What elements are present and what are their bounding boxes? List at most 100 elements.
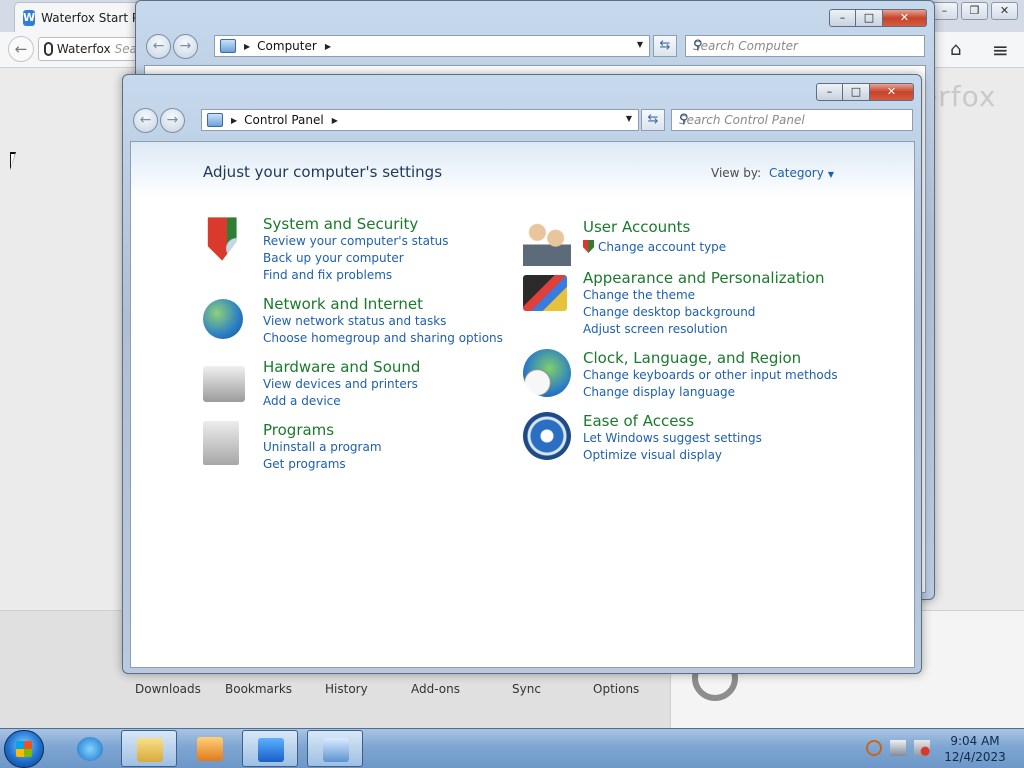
category-title[interactable]: User Accounts xyxy=(583,218,690,236)
breadcrumb-arrow-icon: ▶ xyxy=(324,41,331,51)
category-title[interactable]: Appearance and Personalization xyxy=(583,269,825,287)
address-dropdown-icon[interactable]: ▼ xyxy=(637,40,643,49)
browser-close-button[interactable]: ✕ xyxy=(991,2,1018,20)
clock-globe-icon[interactable] xyxy=(523,349,571,397)
computer-back-button[interactable]: ← xyxy=(146,34,171,59)
printer-icon[interactable] xyxy=(203,366,245,402)
network-globe-icon[interactable] xyxy=(203,299,243,339)
internet-explorer-icon xyxy=(77,737,103,761)
link-text: Change account type xyxy=(598,240,727,254)
footer-link-sync[interactable]: Sync xyxy=(512,682,541,696)
computer-caption-buttons: – □ ✕ xyxy=(829,9,927,27)
personalization-icon[interactable] xyxy=(523,275,567,311)
view-by-label: View by: xyxy=(711,166,762,180)
category-appearance: Appearance and Personalization Change th… xyxy=(523,269,833,339)
media-player-icon xyxy=(197,737,223,761)
link-display-language[interactable]: Change display language xyxy=(583,385,735,399)
link-optimize-display[interactable]: Optimize visual display xyxy=(583,448,722,462)
computer-minimize-button[interactable]: – xyxy=(829,9,856,27)
category-title[interactable]: Network and Internet xyxy=(263,295,423,313)
taskbar-file-explorer[interactable] xyxy=(121,730,177,767)
ease-of-access-icon[interactable] xyxy=(523,412,571,460)
link-homegroup[interactable]: Choose homegroup and sharing options xyxy=(263,331,503,345)
cp-maximize-button[interactable]: □ xyxy=(843,83,870,101)
hamburger-menu-icon[interactable]: ≡ xyxy=(992,38,1009,62)
breadcrumb-arrow-icon: ▶ xyxy=(331,115,338,125)
category-programs: Programs Uninstall a program Get program… xyxy=(203,421,513,475)
users-icon[interactable] xyxy=(523,218,571,266)
control-panel-icon xyxy=(207,113,223,127)
footer-link-downloads[interactable]: Downloads xyxy=(135,682,201,696)
computer-close-button[interactable]: ✕ xyxy=(883,9,927,27)
cp-search-box[interactable]: Search Control Panel ⚲ xyxy=(671,109,913,131)
cp-minimize-button[interactable]: – xyxy=(816,83,843,101)
category-title[interactable]: System and Security xyxy=(263,215,418,233)
link-change-keyboards[interactable]: Change keyboards or other input methods xyxy=(583,368,838,382)
link-review-status[interactable]: Review your computer's status xyxy=(263,234,449,248)
waterfox-icon xyxy=(258,738,284,762)
taskbar-internet-explorer[interactable] xyxy=(62,730,118,767)
link-uninstall[interactable]: Uninstall a program xyxy=(263,440,382,454)
link-find-fix[interactable]: Find and fix problems xyxy=(263,268,392,282)
browser-url-bar[interactable]: Waterfox Sea xyxy=(38,37,138,61)
system-tray xyxy=(866,740,930,756)
clock-date: 12/4/2023 xyxy=(944,750,1006,764)
search-tray-icon[interactable] xyxy=(866,740,882,756)
address-dropdown-icon[interactable]: ▼ xyxy=(626,114,632,123)
computer-maximize-button[interactable]: □ xyxy=(856,9,883,27)
category-title[interactable]: Ease of Access xyxy=(583,412,694,430)
cp-breadcrumb[interactable]: Control Panel xyxy=(244,113,324,127)
link-devices-printers[interactable]: View devices and printers xyxy=(263,377,418,391)
cp-refresh-button[interactable]: ⇆ xyxy=(641,109,665,131)
computer-forward-button[interactable]: → xyxy=(173,34,198,59)
category-ease-of-access: Ease of Access Let Windows suggest setti… xyxy=(523,412,833,466)
taskbar-control-panel[interactable] xyxy=(307,730,363,767)
waterfox-logo-icon xyxy=(44,42,53,56)
footer-link-options[interactable]: Options xyxy=(593,682,639,696)
browser-window-controls: – ❐ ✕ xyxy=(931,2,1018,20)
network-tray-icon[interactable] xyxy=(890,740,906,756)
link-change-account-type[interactable]: Change account type xyxy=(583,240,726,254)
computer-address-bar[interactable]: ▶ Computer ▶ ▼ xyxy=(214,35,650,57)
home-icon[interactable]: ⌂ xyxy=(950,39,961,60)
cp-address-bar[interactable]: ▶ Control Panel ▶ ▼ xyxy=(201,109,639,131)
link-backup[interactable]: Back up your computer xyxy=(263,251,404,265)
link-add-device[interactable]: Add a device xyxy=(263,394,341,408)
link-suggest-settings[interactable]: Let Windows suggest settings xyxy=(583,431,762,445)
start-button[interactable] xyxy=(4,730,44,768)
search-icon[interactable]: ⚲ xyxy=(693,38,918,53)
taskbar-media-player[interactable] xyxy=(182,730,238,767)
footer-link-addons[interactable]: Add-ons xyxy=(411,682,460,696)
clock-time: 9:04 AM xyxy=(950,734,1000,748)
search-icon[interactable]: ⚲ xyxy=(679,112,906,127)
taskbar-waterfox[interactable] xyxy=(242,730,298,767)
browser-back-button[interactable]: ← xyxy=(8,36,34,62)
shield-icon[interactable] xyxy=(207,217,237,261)
cp-back-button[interactable]: ← xyxy=(133,108,158,133)
category-title[interactable]: Clock, Language, and Region xyxy=(583,349,801,367)
footer-link-history[interactable]: History xyxy=(325,682,368,696)
link-network-status[interactable]: View network status and tasks xyxy=(263,314,446,328)
taskbar-clock[interactable]: 9:04 AM 12/4/2023 xyxy=(940,733,1010,765)
category-title[interactable]: Programs xyxy=(263,421,334,439)
cp-close-button[interactable]: ✕ xyxy=(870,83,914,101)
view-by-dropdown[interactable]: Category ▼ xyxy=(769,166,834,180)
url-bar-label: Waterfox xyxy=(56,42,111,56)
link-change-theme[interactable]: Change the theme xyxy=(583,288,695,302)
volume-muted-icon[interactable] xyxy=(914,740,930,756)
category-title[interactable]: Hardware and Sound xyxy=(263,358,420,376)
control-panel-window: – □ ✕ ← → ▶ Control Panel ▶ ▼ ⇆ Search C… xyxy=(122,74,922,674)
category-network-internet: Network and Internet View network status… xyxy=(203,295,513,349)
link-desktop-background[interactable]: Change desktop background xyxy=(583,305,755,319)
computer-search-box[interactable]: Search Computer ⚲ xyxy=(685,35,925,57)
programs-box-icon[interactable] xyxy=(203,421,239,465)
cp-forward-button[interactable]: → xyxy=(160,108,185,133)
link-screen-resolution[interactable]: Adjust screen resolution xyxy=(583,322,728,336)
browser-minimize-button[interactable]: – xyxy=(931,2,958,20)
browser-tab[interactable]: W Waterfox Start Pa xyxy=(14,2,142,32)
footer-link-bookmarks[interactable]: Bookmarks xyxy=(225,682,292,696)
link-get-programs[interactable]: Get programs xyxy=(263,457,346,471)
computer-breadcrumb[interactable]: Computer xyxy=(257,39,317,53)
browser-restore-button[interactable]: ❐ xyxy=(961,2,988,20)
computer-refresh-button[interactable]: ⇆ xyxy=(653,35,677,57)
